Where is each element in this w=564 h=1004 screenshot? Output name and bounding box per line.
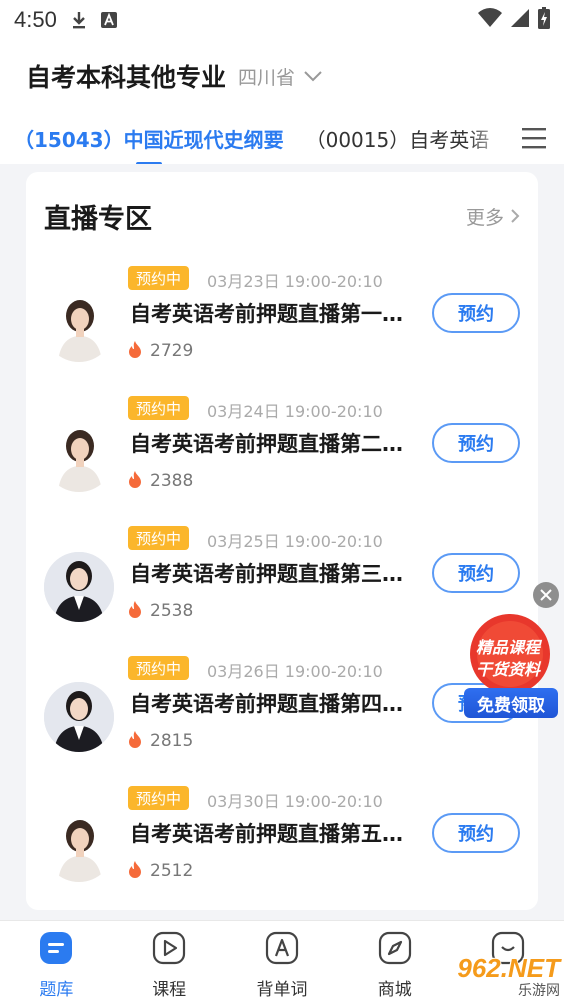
teacher-avatar [44,422,114,492]
reserve-button[interactable]: 预约 [432,423,520,463]
font-app-icon [100,12,117,28]
chevron-right-icon [510,208,520,224]
live-time: 03月25日 19:00-20:10 [207,532,383,551]
fire-icon [128,860,142,882]
promo-line1: 精品课程 [475,638,540,657]
nav-item-vocabulary[interactable]: 背单词 [226,921,339,1004]
compass-icon [378,931,412,969]
promo-floating-banner[interactable]: 精品课程 干货资料 免费领取 [458,612,558,718]
live-time: 03月24日 19:00-20:10 [207,402,383,421]
fire-icon [128,470,142,492]
region-selector[interactable]: 四川省 [238,63,295,90]
site-watermark: 962.NET 乐游网 [424,950,560,1002]
nav-item-question-bank[interactable]: 题库 [0,921,113,1004]
fire-icon [128,340,142,362]
wifi-icon [478,8,502,32]
status-time: 4:50 [14,7,57,32]
live-title[interactable]: 自考英语考前押题直播第二… [130,428,412,458]
reserve-button[interactable]: 预约 [432,293,520,333]
status-bar: 4:50 [0,0,564,40]
status-badge: 预约中 [128,396,190,420]
live-section-title: 直播专区 [44,203,152,235]
live-time: 03月26日 19:00-20:10 [207,662,383,681]
status-indicators [478,7,550,33]
nav-label: 题库 [39,980,74,1000]
promo-close-icon[interactable] [533,582,559,608]
popularity-count: 2512 [150,861,194,881]
live-time: 03月30日 19:00-20:10 [207,792,383,811]
live-title[interactable]: 自考英语考前押题直播第一… [130,298,412,328]
chevron-down-icon[interactable] [303,65,325,87]
download-icon [71,11,87,29]
teacher-avatar [44,292,114,362]
live-title[interactable]: 自考英语考前押题直播第五… [130,818,412,848]
reserve-button[interactable]: 预约 [432,813,520,853]
watermark-sub: 乐游网 [518,982,560,999]
promo-claim-button[interactable]: 免费领取 [464,688,558,718]
fire-icon [128,730,142,752]
live-section-card: 直播专区 更多 预约中 03月23日 19:00-20:10 自考英语考前押题直… [26,172,538,910]
reserve-button[interactable]: 预约 [432,553,520,593]
popularity: 2729 [128,340,193,362]
popularity-count: 2388 [150,471,194,491]
menu-icon[interactable] [504,112,564,164]
popularity-count: 2729 [150,341,194,361]
battery-icon [538,7,550,33]
question-bank-icon [39,931,73,969]
teacher-avatar [44,682,114,752]
page-title[interactable]: 自考本科其他专业 [26,58,226,94]
popularity-count: 2815 [150,731,194,751]
more-label: 更多 [465,206,504,229]
promo-line2: 干货资料 [475,660,540,679]
popularity: 2388 [128,470,193,492]
live-item[interactable]: 预约中 03月30日 19:00-20:10 自考英语考前押题直播第五… 251… [26,786,538,916]
tabs-fade [468,112,508,164]
fire-icon [128,600,142,622]
subject-tabs: （15043）中国近现代史纲要 （00015）自考英语 [0,112,564,164]
live-time: 03月23日 19:00-20:10 [207,272,383,291]
teacher-avatar [44,812,114,882]
active-tab-indicator [136,161,162,164]
popularity: 2538 [128,600,193,622]
popularity: 2512 [128,860,193,882]
nav-item-courses[interactable]: 课程 [113,921,226,1004]
nav-label: 背单词 [256,980,308,1000]
live-item[interactable]: 预约中 03月24日 19:00-20:10 自考英语考前押题直播第二… 238… [26,396,538,526]
vocabulary-icon [265,931,299,969]
live-title[interactable]: 自考英语考前押题直播第四… [130,688,412,718]
tab-subject-15043[interactable]: （15043）中国近现代史纲要 [14,124,284,164]
signal-icon [510,8,530,32]
status-badge: 预约中 [128,266,190,290]
status-badge: 预约中 [128,526,190,550]
tab-label: （15043）中国近现代史纲要 [14,127,284,152]
nav-label: 课程 [152,980,187,1000]
popularity-count: 2538 [150,601,194,621]
app-header: 自考本科其他专业 四川省 [0,40,564,112]
teacher-avatar [44,552,114,622]
live-title[interactable]: 自考英语考前押题直播第三… [130,558,412,588]
status-badge: 预约中 [128,656,190,680]
more-link[interactable]: 更多 [466,203,520,230]
tab-subject-00015[interactable]: （00015）自考英语 [306,124,490,153]
status-badge: 预约中 [128,786,190,810]
nav-label: 商城 [377,980,412,1000]
live-section-header: 直播专区 更多 [44,196,520,236]
popularity: 2815 [128,730,193,752]
play-icon [152,931,186,969]
live-item[interactable]: 预约中 03月23日 19:00-20:10 自考英语考前押题直播第一… 272… [26,266,538,396]
